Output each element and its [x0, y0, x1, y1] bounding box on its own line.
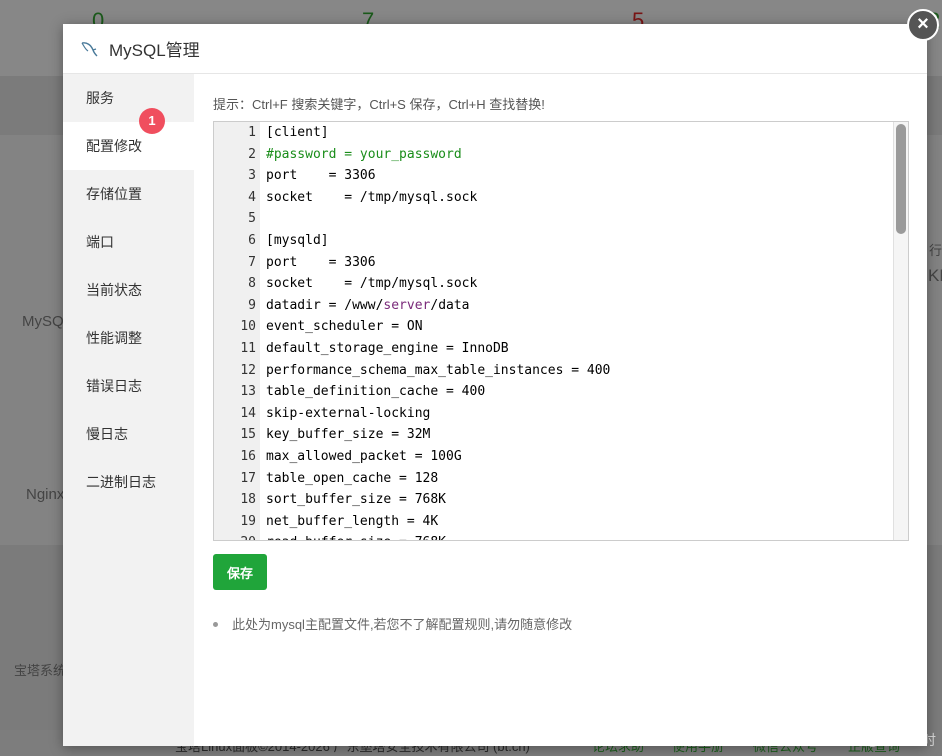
code-line[interactable]: 20read_buffer_size = 768K: [214, 532, 894, 540]
editor-scrollbar[interactable]: [893, 122, 908, 540]
line-text[interactable]: sort_buffer_size = 768K: [256, 489, 446, 511]
line-text[interactable]: table_open_cache = 128: [256, 468, 438, 490]
code-line[interactable]: 15 key_buffer_size = 32M: [214, 424, 894, 446]
line-number: 7: [248, 254, 256, 270]
bg-label-system: 宝塔系统: [14, 663, 67, 678]
line-number: 6: [248, 232, 256, 248]
dialog-title: MySQL管理: [109, 41, 200, 60]
line-number: 14: [240, 405, 256, 421]
config-warning-note: 此处为mysql主配置文件,若您不了解配置规则,请勿随意修改: [213, 614, 572, 633]
line-number: 3: [248, 168, 256, 184]
line-number: 1: [248, 125, 256, 140]
code-line[interactable]: 5: [214, 208, 894, 230]
config-editor[interactable]: 1 [client] 2 #password = your_password 3 port…: [213, 121, 909, 541]
dialog-sidebar: 服务 配置修改 存储位置 端口 当前状态 性能调整 错误日志 慢日志 二进制日志: [63, 74, 194, 746]
close-icon[interactable]: ×: [907, 9, 939, 41]
code-area[interactable]: 1 [client] 2 #password = your_password 3 port…: [214, 122, 894, 540]
line-text[interactable]: datadir = /www/server/data: [256, 295, 470, 317]
code-line[interactable]: 1 [client]: [214, 122, 894, 144]
sidebar-item-port[interactable]: 端口: [63, 218, 194, 266]
line-text[interactable]: [mysqld]: [256, 230, 329, 252]
line-number: 9: [248, 297, 256, 313]
line-text[interactable]: net_buffer_length = 4K: [256, 511, 438, 533]
line-number: 5: [248, 211, 256, 227]
code-line[interactable]: 12 performance_schema_max_table_instances…: [214, 360, 894, 382]
line-text[interactable]: socket = /tmp/mysql.sock: [256, 273, 477, 295]
sidebar-item-service[interactable]: 服务: [63, 74, 194, 122]
code-line[interactable]: 3 port = 3306: [214, 165, 894, 187]
line-number: 13: [240, 384, 256, 400]
line-text[interactable]: default_storage_engine = InnoDB: [256, 338, 509, 360]
line-number: 10: [240, 319, 256, 335]
line-number: 16: [240, 448, 256, 464]
code-line[interactable]: 2 #password = your_password: [214, 144, 894, 166]
code-line[interactable]: 11 default_storage_engine = InnoDB: [214, 338, 894, 360]
line-text[interactable]: skip-external-locking: [256, 403, 430, 425]
config-warning-text: 此处为mysql主配置文件,若您不了解配置规则,请勿随意修改: [232, 617, 573, 632]
dialog-header: MySQL管理: [63, 24, 927, 74]
save-button[interactable]: 保存: [213, 554, 267, 590]
line-number: 11: [240, 340, 256, 356]
line-number: 12: [240, 362, 256, 378]
line-number: 15: [240, 427, 256, 443]
bg-label-nginx: Nginx: [26, 486, 65, 503]
line-number: 8: [248, 276, 256, 292]
sidebar-item-slow-log[interactable]: 慢日志: [63, 410, 194, 458]
line-text[interactable]: table_definition_cache = 400: [256, 381, 485, 403]
bg-stat-card: [0, 0, 44, 76]
shortcut-hint: 提示：Ctrl+F 搜索关键字，Ctrl+S 保存，Ctrl+H 查找替换!: [213, 97, 545, 112]
line-number: 18: [240, 492, 256, 508]
code-line[interactable]: 13 table_definition_cache = 400: [214, 381, 894, 403]
line-text[interactable]: event_scheduler = ON: [256, 316, 423, 338]
line-number: 20: [214, 532, 256, 540]
sidebar-item-performance[interactable]: 性能调整: [63, 314, 194, 362]
line-number: 4: [248, 189, 256, 205]
code-line[interactable]: 14 skip-external-locking: [214, 403, 894, 425]
sidebar-item-storage[interactable]: 存储位置: [63, 170, 194, 218]
code-line[interactable]: 9 datadir = /www/server/data: [214, 295, 894, 317]
line-text[interactable]: key_buffer_size = 32M: [256, 424, 430, 446]
line-text[interactable]: #password = your_password: [256, 144, 462, 166]
code-line[interactable]: 16 max_allowed_packet = 100G: [214, 446, 894, 468]
mysql-manager-dialog: MySQL管理 服务 配置修改 存储位置 端口 当前状态 性能调整 错误日志 慢…: [63, 24, 927, 746]
line-number: 2: [248, 146, 256, 162]
code-line[interactable]: 4 socket = /tmp/mysql.sock: [214, 187, 894, 209]
code-line[interactable]: 17 table_open_cache = 128: [214, 468, 894, 490]
line-text[interactable]: socket = /tmp/mysql.sock: [256, 187, 477, 209]
step-badge: 1: [139, 108, 165, 134]
bg-label-side: KE: [928, 266, 942, 285]
code-line[interactable]: 19 net_buffer_length = 4K: [214, 511, 894, 533]
sidebar-item-binlog[interactable]: 二进制日志: [63, 458, 194, 506]
line-text[interactable]: port = 3306: [256, 252, 376, 274]
line-text[interactable]: read_buffer_size = 768K: [256, 532, 446, 540]
bg-label-side: 行: [929, 243, 942, 258]
line-text[interactable]: max_allowed_packet = 100G: [256, 446, 462, 468]
scrollbar-thumb[interactable]: [896, 124, 906, 234]
code-line[interactable]: 18 sort_buffer_size = 768K: [214, 489, 894, 511]
code-line[interactable]: 10 event_scheduler = ON: [214, 316, 894, 338]
line-number: 19: [240, 513, 256, 529]
code-line[interactable]: 6 [mysqld]: [214, 230, 894, 252]
line-text[interactable]: [client]: [256, 122, 329, 144]
line-number: 17: [240, 470, 256, 486]
line-text[interactable]: [256, 208, 266, 230]
sidebar-item-error-log[interactable]: 错误日志: [63, 362, 194, 410]
sidebar-item-config[interactable]: 配置修改: [63, 122, 194, 170]
highlighted-token: server: [383, 297, 431, 313]
code-line[interactable]: 7 port = 3306: [214, 252, 894, 274]
bg-label-mysql: MySQ: [22, 313, 64, 330]
line-text[interactable]: performance_schema_max_table_instances =…: [256, 360, 610, 382]
sidebar-item-status[interactable]: 当前状态: [63, 266, 194, 314]
line-text[interactable]: port = 3306: [256, 165, 376, 187]
mysql-dolphin-icon: [81, 41, 98, 56]
bullet-icon: [213, 622, 218, 628]
code-line[interactable]: 8 socket = /tmp/mysql.sock: [214, 273, 894, 295]
